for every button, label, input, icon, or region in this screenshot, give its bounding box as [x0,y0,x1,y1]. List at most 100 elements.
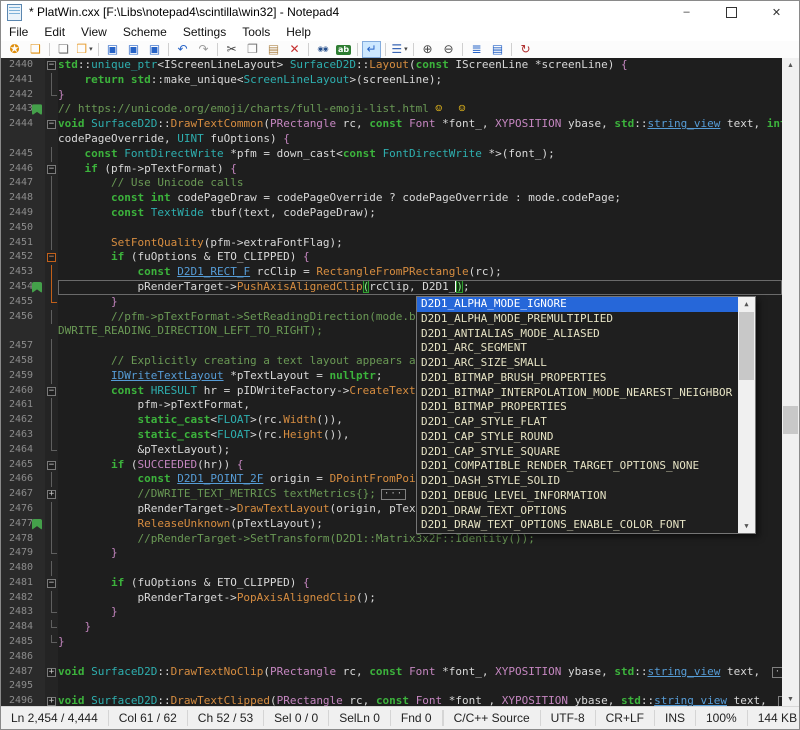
fold-margin[interactable] [45,147,58,162]
menu-item-file[interactable]: File [1,24,36,40]
code-line-2480[interactable]: 2480 [1,561,782,576]
menu-item-tools[interactable]: Tools [234,24,278,40]
code-line-2445[interactable]: 2445 const FontDirectWrite *pfm = down_c… [1,147,782,162]
fold-margin[interactable] [45,517,58,532]
save-button[interactable]: ▣ [103,41,122,58]
autocomplete-item[interactable]: D2D1_COMPATIBLE_RENDER_TARGET_OPTIONS_NO… [417,459,738,474]
autocomplete-item[interactable]: D2D1_ARC_SEGMENT [417,341,738,356]
autocomplete-item[interactable]: D2D1_ARC_SIZE_SMALL [417,356,738,371]
fold-margin[interactable] [45,443,58,458]
exit-button[interactable]: ↻ [516,41,535,58]
fold-margin[interactable] [45,236,58,251]
fold-margin[interactable]: − [45,384,58,399]
code-line-2444[interactable]: 2444−void SurfaceD2D::DrawTextCommon(PRe… [1,117,782,132]
code-line-2443[interactable]: 2443// https://unicode.org/emoji/charts/… [1,102,782,117]
fold-expand-icon[interactable]: + [47,668,56,677]
menu-item-view[interactable]: View [73,24,115,40]
fold-margin[interactable] [45,532,58,547]
save-all-button[interactable]: ▣ [145,41,164,58]
code-line-2485[interactable]: 2485} [1,635,782,650]
code-line-2441[interactable]: 2441 return std::make_unique<ScreenLineL… [1,73,782,88]
fold-margin[interactable] [45,176,58,191]
code-line-2450[interactable]: 2450 [1,221,782,236]
code-line-2440[interactable]: 2440−std::unique_ptr<IScreenLineLayout> … [1,58,782,73]
code-line-2451[interactable]: 2451 SetFontQuality(pfm->extraFontFlag); [1,236,782,251]
autocomplete-list[interactable]: D2D1_ALPHA_MODE_IGNORED2D1_ALPHA_MODE_PR… [417,297,738,533]
menu-item-settings[interactable]: Settings [175,24,234,40]
fold-margin[interactable]: + [45,665,58,680]
scrollbar-thumb[interactable] [783,406,798,434]
fold-margin[interactable] [45,502,58,517]
paste-button[interactable]: ▤ [264,41,283,58]
word-wrap-button[interactable]: ↵ [362,41,381,58]
fold-collapse-icon[interactable]: − [47,461,56,470]
code-line-2448[interactable]: 2448 const int codePageDraw = codePageOv… [1,191,782,206]
fold-collapse-icon[interactable]: − [47,120,56,129]
autocomplete-item[interactable]: D2D1_ALPHA_MODE_PREMULTIPLIED [417,312,738,327]
fold-collapse-icon[interactable]: − [47,387,56,396]
fold-collapse-icon[interactable]: − [47,253,56,262]
menu-item-help[interactable]: Help [278,24,319,40]
autocomplete-item[interactable]: D2D1_CAP_STYLE_SQUARE [417,445,738,460]
replace-button[interactable]: ab [334,41,353,58]
favorites-button[interactable]: ✪ [5,41,24,58]
fold-collapse-icon[interactable]: − [47,61,56,70]
fold-margin[interactable] [45,324,58,339]
view-scheme-button[interactable]: ≣ [467,41,486,58]
fold-margin[interactable]: − [45,250,58,265]
code-line-2483[interactable]: 2483 } [1,605,782,620]
fold-margin[interactable] [45,546,58,561]
editor-scrollbar[interactable]: ▲ ▼ [782,58,799,707]
fold-margin[interactable] [45,650,58,665]
autocomplete-item[interactable]: D2D1_ALPHA_MODE_IGNORE [417,297,738,312]
fold-margin[interactable] [45,102,58,117]
maximize-button[interactable] [709,1,754,23]
fold-margin[interactable]: − [45,576,58,591]
autocomplete-scrollbar-thumb[interactable] [739,312,754,380]
fold-margin[interactable] [45,191,58,206]
scroll-down-icon[interactable]: ▼ [782,692,799,707]
fold-margin[interactable] [45,339,58,354]
browse-files-button[interactable]: ❑ [26,41,45,58]
scroll-up-icon[interactable]: ▲ [782,58,799,73]
autocomplete-item[interactable]: D2D1_CAP_STYLE_FLAT [417,415,738,430]
customize-scheme-button[interactable]: ▤ [488,41,507,58]
new-file-button[interactable]: ❏ [54,41,73,58]
fold-margin[interactable] [45,398,58,413]
autocomplete-item[interactable]: D2D1_DASH_STYLE_SOLID [417,474,738,489]
autocomplete-item[interactable]: D2D1_BITMAP_BRUSH_PROPERTIES [417,371,738,386]
close-button[interactable]: ✕ [754,1,799,23]
code-line-2453[interactable]: 2453 const D2D1_RECT_F rcClip = Rectangl… [1,265,782,280]
fold-margin[interactable] [45,88,58,103]
save-as-button[interactable]: ▣ [124,41,143,58]
autocomplete-scroll-up-icon[interactable]: ▲ [738,297,755,311]
fold-margin[interactable] [45,354,58,369]
autocomplete-scroll-down-icon[interactable]: ▼ [738,519,755,533]
fold-margin[interactable] [45,428,58,443]
fold-margin[interactable] [45,413,58,428]
cut-button[interactable]: ✂ [222,41,241,58]
code-line-2454[interactable]: 2454 pRenderTarget->PushAxisAlignedClip(… [1,280,782,295]
autocomplete-item[interactable]: D2D1_DRAW_TEXT_OPTIONS [417,504,738,519]
code-line-2444-wrap[interactable]: codePageOverride, UINT fuOptions) { [1,132,782,147]
fold-margin[interactable] [45,280,58,295]
fold-margin[interactable] [45,295,58,310]
zoom-out-button[interactable]: ⊖ [439,41,458,58]
fold-margin[interactable] [45,206,58,221]
scheme-select-button[interactable]: ☰▾ [390,41,409,58]
autocomplete-item[interactable]: D2D1_DRAW_TEXT_OPTIONS_ENABLE_COLOR_FONT [417,518,738,533]
fold-margin[interactable] [45,73,58,88]
autocomplete-item[interactable]: D2D1_ANTIALIAS_MODE_ALIASED [417,327,738,342]
fold-margin[interactable] [45,561,58,576]
fold-margin[interactable] [45,369,58,384]
fold-margin[interactable] [45,635,58,650]
code-line-2484[interactable]: 2484 } [1,620,782,635]
fold-margin[interactable]: − [45,58,58,73]
find-button[interactable]: ◉◉ [313,41,332,58]
fold-margin[interactable]: − [45,162,58,177]
fold-margin[interactable] [45,132,58,147]
code-line-2449[interactable]: 2449 const TextWide tbuf(text, codePageD… [1,206,782,221]
fold-collapse-icon[interactable]: − [47,579,56,588]
autocomplete-item[interactable]: D2D1_BITMAP_PROPERTIES [417,400,738,415]
autocomplete-item[interactable]: D2D1_BITMAP_INTERPOLATION_MODE_NEAREST_N… [417,386,738,401]
